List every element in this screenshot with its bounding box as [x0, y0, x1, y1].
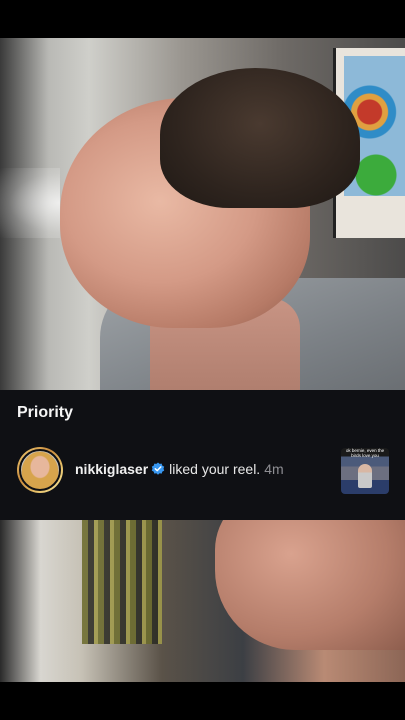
notification-action: liked your reel. — [169, 461, 261, 477]
notification-time: 4m — [264, 461, 284, 477]
username[interactable]: nikkiglaser — [75, 461, 148, 477]
notification-row[interactable]: nikkiglaser liked your reel. 4m — [75, 461, 284, 477]
thumbnail-caption: ok bernie, even the birds love you — [345, 448, 385, 458]
avatar[interactable] — [17, 447, 63, 493]
thumbnail-person — [358, 464, 372, 488]
spray-mist — [0, 168, 60, 238]
avatar-image — [19, 449, 61, 491]
section-title: Priority — [17, 404, 74, 421]
verified-badge-icon — [151, 462, 165, 476]
person-hair — [160, 68, 360, 208]
reel-thumbnail[interactable]: ok bernie, even the birds love you — [341, 448, 389, 494]
